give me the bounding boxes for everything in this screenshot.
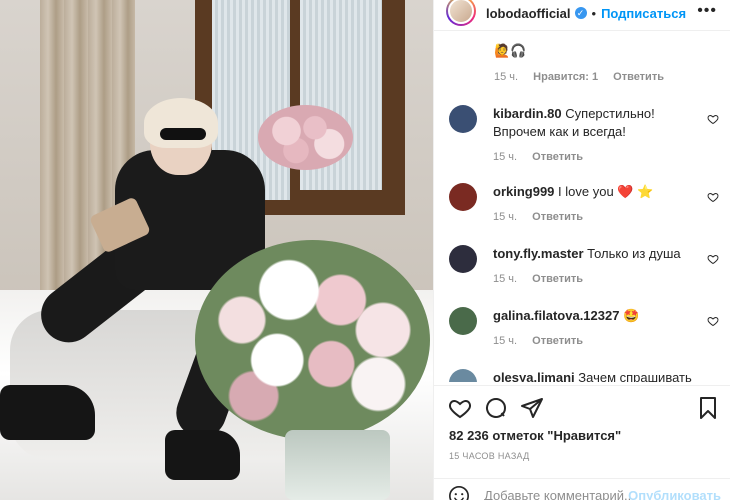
person-hair bbox=[144, 98, 218, 148]
post-actions bbox=[434, 385, 730, 425]
avatar[interactable] bbox=[446, 0, 476, 26]
verified-icon: ✓ bbox=[574, 7, 587, 19]
comment-text-block: kibardin.80 Суперстильно! Впрочем как и … bbox=[493, 105, 693, 141]
reply-button[interactable]: Ответить bbox=[613, 71, 664, 83]
add-comment-bar: Опубликовать bbox=[434, 478, 730, 500]
like-comment-icon[interactable] bbox=[707, 315, 719, 327]
vase bbox=[285, 430, 390, 500]
comment-item: olesya.limani Зачем спрашивать bbox=[449, 369, 719, 382]
bookmark-icon[interactable] bbox=[696, 396, 720, 420]
comment-time: 15 ч. bbox=[493, 211, 518, 223]
comment-avatar[interactable] bbox=[449, 369, 477, 382]
comment-username[interactable]: galina.filatova.12327 bbox=[493, 308, 619, 323]
likes-count[interactable]: 82 236 отметок "Нравится" bbox=[449, 428, 621, 443]
reply-meta: 15 ч. Нравится: 1 Ответить bbox=[494, 71, 664, 83]
comment-bubble-icon[interactable] bbox=[484, 396, 508, 420]
comment-text-block: tony.fly.master Только из душа bbox=[493, 245, 693, 263]
comment-avatar[interactable] bbox=[449, 307, 477, 335]
post-photo[interactable] bbox=[0, 0, 433, 500]
comment-text: Зачем спрашивать bbox=[578, 370, 692, 382]
comment-likes[interactable]: Нравится: 1 bbox=[533, 71, 598, 83]
comments-list[interactable]: 🙋🎧 15 ч. Нравится: 1 Ответить kibardin.8… bbox=[434, 30, 730, 382]
comment-text: I love you ❤️ ⭐ bbox=[558, 184, 654, 199]
comment-time: 15 ч. bbox=[493, 335, 518, 347]
comment-avatar[interactable] bbox=[449, 183, 477, 211]
post-username[interactable]: lobodaofficial bbox=[486, 6, 571, 21]
comment-item: kibardin.80 Суперстильно! Впрочем как и … bbox=[449, 105, 719, 165]
comment-avatar[interactable] bbox=[449, 105, 477, 133]
follow-button[interactable]: Подписаться bbox=[601, 6, 686, 21]
post-time[interactable]: 15 ЧАСОВ НАЗАД bbox=[449, 451, 530, 461]
comment-time: 15 ч. bbox=[493, 273, 518, 285]
comment-meta: 15 ч. Ответить bbox=[493, 151, 583, 163]
comment-username[interactable]: orking999 bbox=[493, 184, 554, 199]
reply-button[interactable]: Ответить bbox=[532, 151, 583, 163]
flower-bouquet bbox=[195, 240, 430, 440]
person-boot bbox=[165, 430, 240, 480]
comment-meta: 15 ч. Ответить bbox=[493, 211, 583, 223]
comment-time: 15 ч. bbox=[493, 151, 518, 163]
comment-avatar[interactable] bbox=[449, 245, 477, 273]
comment-text-block: orking999 I love you ❤️ ⭐ bbox=[493, 183, 693, 201]
back-flowers bbox=[258, 105, 353, 170]
reply-button[interactable]: Ответить bbox=[532, 335, 583, 347]
comment-username[interactable]: tony.fly.master bbox=[493, 246, 584, 261]
sunglasses bbox=[160, 128, 206, 140]
separator-dot: • bbox=[591, 5, 597, 21]
comment-text: Только из душа bbox=[587, 246, 681, 261]
emoji-icon[interactable] bbox=[448, 485, 470, 500]
comment-meta: 15 ч. Ответить bbox=[493, 273, 583, 285]
comment-meta: 15 ч. Ответить bbox=[493, 335, 583, 347]
reply-emojis: 🙋🎧 bbox=[494, 43, 527, 58]
reply-button[interactable]: Ответить bbox=[532, 273, 583, 285]
like-comment-icon[interactable] bbox=[707, 113, 719, 125]
publish-button[interactable]: Опубликовать bbox=[628, 488, 721, 500]
comment-username[interactable]: kibardin.80 bbox=[493, 106, 562, 121]
like-comment-icon[interactable] bbox=[707, 191, 719, 203]
comment-time: 15 ч. bbox=[494, 71, 519, 83]
share-icon[interactable] bbox=[520, 396, 544, 420]
like-heart-icon[interactable] bbox=[448, 396, 472, 420]
comment-text-block: galina.filatova.12327 🤩 bbox=[493, 307, 693, 325]
avatar-image bbox=[448, 0, 474, 24]
comment-item: tony.fly.master Только из душа 15 ч. Отв… bbox=[449, 245, 719, 290]
more-options-icon[interactable]: ••• bbox=[697, 2, 717, 20]
reply-button[interactable]: Ответить bbox=[532, 211, 583, 223]
comment-input[interactable] bbox=[484, 488, 634, 500]
like-comment-icon[interactable] bbox=[707, 253, 719, 265]
comment-username[interactable]: olesya.limani bbox=[493, 370, 575, 382]
post-header: lobodaofficial ✓ • Подписаться ••• bbox=[434, 0, 730, 26]
comment-item: orking999 I love you ❤️ ⭐ 15 ч. Ответить bbox=[449, 183, 719, 228]
comment-item: galina.filatova.12327 🤩 15 ч. Ответить bbox=[449, 307, 719, 352]
person-boot bbox=[0, 385, 95, 440]
comment-text-block: olesya.limani Зачем спрашивать bbox=[493, 369, 693, 382]
comment-text: 🤩 bbox=[623, 308, 640, 323]
post-sidebar: lobodaofficial ✓ • Подписаться ••• 🙋🎧 15… bbox=[433, 0, 730, 500]
